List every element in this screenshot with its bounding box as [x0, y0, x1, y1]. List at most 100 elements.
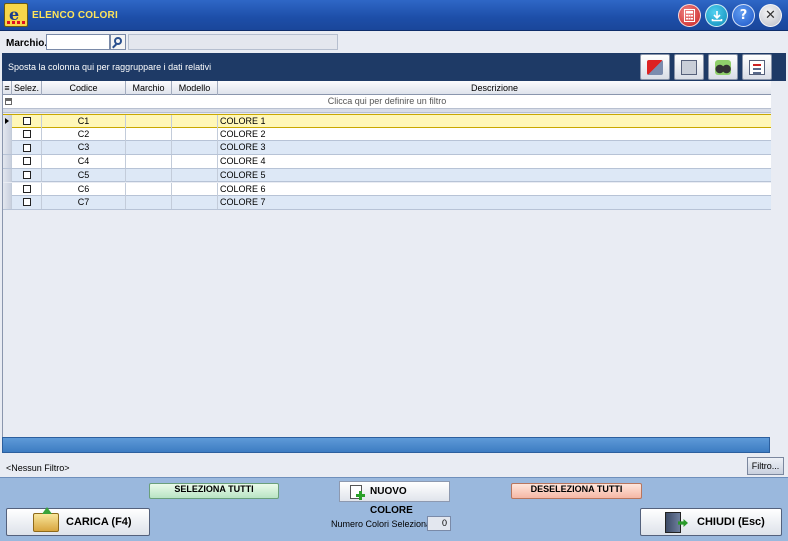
cell-descrizione: COLORE 7	[220, 197, 266, 208]
new-color-button[interactable]: NUOVO COLORE	[339, 481, 450, 516]
row-indicator	[3, 115, 12, 128]
logo-dots	[7, 21, 25, 24]
table-row[interactable]: C7 COLORE 7	[3, 196, 771, 210]
colors-grid: ≡ Selez. Codice Marchio Modello Descrizi…	[2, 81, 771, 437]
group-by-hint: Sposta la colonna qui per raggruppare i …	[8, 62, 212, 72]
table-row[interactable]: C1 COLORE 1	[3, 114, 771, 128]
cell-marchio	[126, 182, 172, 196]
column-header-descrizione[interactable]: Descrizione	[218, 81, 771, 95]
cell-marchio	[126, 127, 172, 141]
help-button[interactable]: ?	[732, 4, 755, 27]
grid-filter-row[interactable]: Clicca qui per definire un filtro	[3, 95, 771, 109]
table-row[interactable]: C2 COLORE 2	[3, 127, 771, 142]
filter-button[interactable]: Filtro...	[747, 457, 784, 475]
row-indicator	[3, 127, 12, 141]
plus-icon	[356, 491, 365, 500]
calculator-icon	[684, 9, 695, 22]
cell-codice: C7	[42, 196, 126, 210]
cell-modello	[172, 141, 218, 155]
filter-state-text: <Nessun Filtro>	[6, 463, 70, 473]
download-button[interactable]	[705, 4, 728, 27]
cell-descrizione: COLORE 6	[220, 183, 266, 194]
row-checkbox[interactable]	[22, 184, 31, 193]
row-pointer-icon	[5, 118, 9, 124]
calculator-button[interactable]	[678, 4, 701, 27]
group-by-panel[interactable]: Sposta la colonna qui per raggruppare i …	[2, 53, 786, 81]
action-bar: SELEZIONA TUTTI NUOVO COLORE DESELEZIONA…	[0, 477, 788, 541]
cell-descrizione: COLORE 1	[220, 116, 266, 126]
marchio-input[interactable]	[46, 34, 110, 50]
select-all-button[interactable]: SELEZIONA TUTTI	[149, 483, 279, 499]
binoculars-icon	[715, 60, 731, 75]
cell-modello	[172, 127, 218, 141]
export-icon	[647, 60, 663, 75]
cell-descrizione: COLORE 3	[220, 142, 266, 153]
row-checkbox[interactable]	[22, 143, 31, 152]
filter-status-bar: <Nessun Filtro> Filtro...	[0, 455, 788, 477]
row-checkbox[interactable]	[22, 117, 31, 126]
deselect-all-button[interactable]: DESELEZIONA TUTTI	[511, 483, 642, 499]
row-checkbox[interactable]	[22, 129, 31, 138]
new-color-label: NUOVO COLORE	[370, 486, 413, 516]
cell-marchio	[126, 141, 172, 155]
cell-modello	[172, 168, 218, 182]
cell-marchio	[126, 155, 172, 169]
table-row[interactable]: C5 COLORE 5	[3, 168, 771, 183]
folder-upload-icon	[33, 507, 59, 532]
cell-codice: C1	[42, 115, 126, 128]
exit-door-icon	[665, 512, 681, 533]
cell-modello	[172, 115, 218, 128]
selected-count-label: Numero Colori Selezionati:	[331, 519, 439, 529]
row-indicator	[3, 155, 12, 169]
row-checkbox[interactable]	[22, 170, 31, 179]
column-header-codice[interactable]: Codice	[42, 81, 126, 95]
help-icon: ?	[739, 8, 748, 23]
marchio-description-field	[128, 34, 338, 50]
cell-marchio	[126, 168, 172, 182]
cell-codice: C3	[42, 141, 126, 155]
row-indicator	[3, 182, 12, 196]
export-button[interactable]	[640, 54, 670, 80]
row-indicator	[3, 168, 12, 182]
table-row[interactable]: C3 COLORE 3	[3, 141, 771, 156]
cell-marchio	[126, 196, 172, 210]
close-button[interactable]: CHIUDI (Esc)	[640, 508, 782, 536]
column-header-modello[interactable]: Modello	[172, 81, 218, 95]
app-logo-icon: e	[4, 3, 28, 27]
grid-filter-hint: Clicca qui per definire un filtro	[327, 96, 447, 106]
cell-descrizione: COLORE 5	[220, 169, 266, 180]
column-chooser-button[interactable]: ≡	[3, 81, 12, 95]
report-icon	[749, 60, 765, 75]
selected-count-value: 0	[427, 516, 451, 531]
cell-modello	[172, 155, 218, 169]
grid-spacer	[3, 109, 771, 113]
table-row[interactable]: C6 COLORE 6	[3, 182, 771, 197]
print-icon	[681, 60, 697, 75]
row-checkbox[interactable]	[22, 198, 31, 207]
print-button[interactable]	[674, 54, 704, 80]
search-records-button[interactable]	[708, 54, 738, 80]
cell-codice: C2	[42, 127, 126, 141]
window-title: ELENCO COLORI	[32, 10, 118, 21]
marchio-filter-row: Marchio..	[0, 31, 788, 53]
cell-descrizione: COLORE 2	[220, 128, 266, 139]
cell-modello	[172, 182, 218, 196]
report-button[interactable]	[742, 54, 772, 80]
row-indicator	[3, 141, 12, 155]
cell-modello	[172, 196, 218, 210]
grid-header: ≡ Selez. Codice Marchio Modello Descrizi…	[3, 81, 771, 95]
filter-icon	[5, 98, 12, 105]
close-label: CHIUDI (Esc)	[697, 516, 765, 528]
close-window-button[interactable]: ✕	[759, 4, 782, 27]
load-button[interactable]: CARICA (F4)	[6, 507, 150, 536]
grid-footer-bar	[2, 437, 770, 453]
row-checkbox[interactable]	[22, 157, 31, 166]
cell-marchio	[126, 115, 172, 128]
row-indicator	[3, 196, 12, 210]
table-row[interactable]: C4 COLORE 4	[3, 155, 771, 169]
cell-codice: C6	[42, 182, 126, 196]
column-header-marchio[interactable]: Marchio	[126, 81, 172, 95]
marchio-search-button[interactable]	[110, 34, 126, 50]
cell-codice: C5	[42, 168, 126, 182]
column-header-selez[interactable]: Selez.	[12, 81, 42, 95]
